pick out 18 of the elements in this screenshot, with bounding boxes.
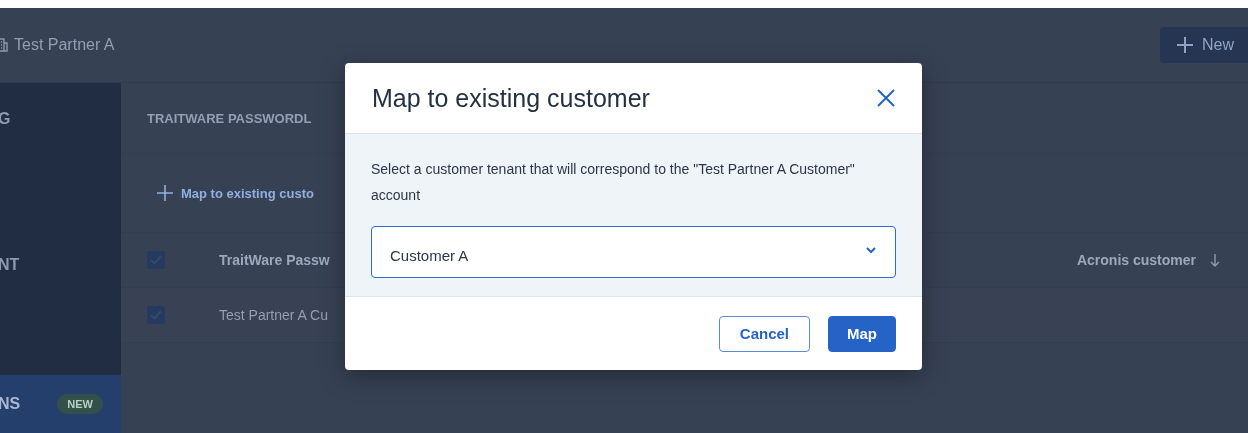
column-header[interactable]: TraitWare Passw bbox=[219, 252, 330, 268]
section-heading: TRAITWARE PASSWORDL bbox=[147, 110, 312, 126]
sort-arrow-icon[interactable] bbox=[1210, 253, 1220, 267]
dialog-title: Map to existing customer bbox=[372, 83, 650, 113]
column-header[interactable]: Acronis customer bbox=[1076, 252, 1196, 268]
customer-select[interactable]: Customer A bbox=[371, 226, 896, 278]
dialog-message: Select a customer tenant that will correspond to the "Test Partner A Customer" account bbox=[371, 160, 856, 205]
plus-icon bbox=[1176, 36, 1194, 54]
plus-icon bbox=[157, 185, 173, 201]
table-cell: Test Partner A Cu bbox=[219, 307, 328, 323]
tenant-title: Test Partner A bbox=[14, 36, 115, 54]
chevron-down-icon bbox=[865, 246, 877, 254]
cancel-button[interactable]: Cancel bbox=[718, 315, 810, 352]
close-button[interactable] bbox=[876, 88, 896, 108]
map-button[interactable]: Map bbox=[828, 315, 896, 352]
new-badge: NEW bbox=[57, 394, 103, 414]
new-button[interactable]: New bbox=[1160, 27, 1248, 63]
map-link[interactable]: Map to existing custo bbox=[157, 185, 314, 201]
